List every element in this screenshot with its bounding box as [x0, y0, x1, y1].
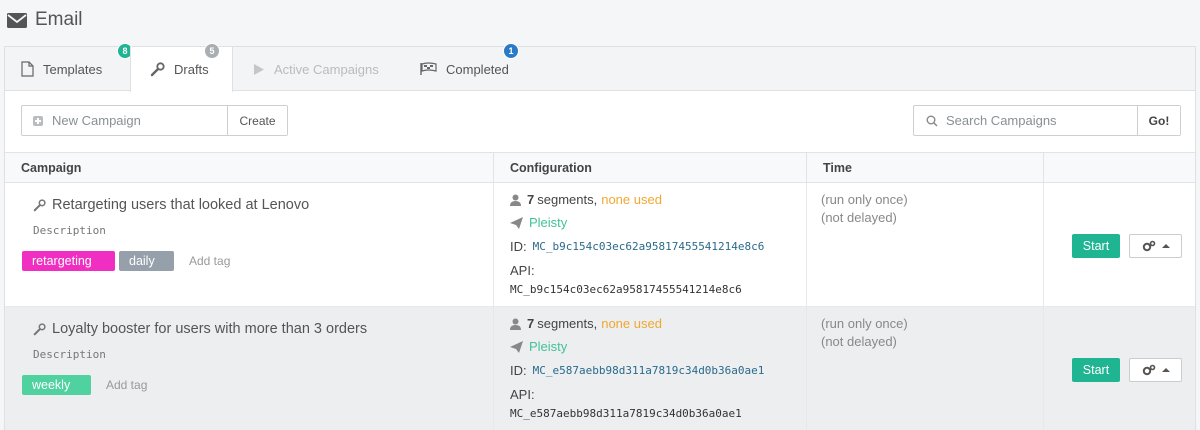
gears-icon: [1142, 364, 1155, 376]
search-group: Search Campaigns Go!: [913, 105, 1181, 136]
channel-line: Pleisty: [510, 339, 567, 354]
user-icon: [510, 318, 521, 330]
new-campaign-input[interactable]: New Campaign: [22, 106, 228, 135]
time-cell: (run only once) (not delayed): [807, 307, 1044, 430]
create-button[interactable]: Create: [228, 106, 287, 135]
start-button[interactable]: Start: [1072, 358, 1120, 382]
actions-dropdown-button[interactable]: [1129, 234, 1182, 258]
table-row: Loyalty booster for users with more than…: [5, 307, 1195, 430]
delay-status: (not delayed): [821, 210, 897, 225]
page-header: Email: [0, 0, 1200, 44]
segments-line: 7 segments, none used: [510, 192, 662, 207]
campaign-title[interactable]: Retargeting users that looked at Lenovo: [33, 197, 309, 213]
delay-status: (not delayed): [821, 334, 897, 349]
tab-drafts[interactable]: Drafts 5: [130, 43, 233, 92]
id-line: ID: MC_b9c154c03ec62a95817455541214e8c6: [510, 239, 764, 254]
tab-templates-label: Templates: [43, 61, 103, 77]
search-icon: [926, 115, 938, 127]
api-value: MC_e587aebb98d311a7819c34d0b36a0ae1: [510, 407, 742, 420]
segments-count: 7: [527, 192, 535, 207]
tab-active-campaigns-label: Active Campaigns: [274, 61, 379, 77]
gears-icon: [1142, 240, 1155, 252]
api-label: API:: [510, 263, 535, 278]
time-cell: (run only once) (not delayed): [807, 183, 1044, 306]
tag-weekly[interactable]: weekly: [22, 375, 91, 395]
configuration-cell: 7 segments, none used Pleisty ID: MC_e58…: [494, 307, 807, 430]
id-value: MC_b9c154c03ec62a95817455541214e8c6: [532, 240, 765, 253]
tag-retargeting[interactable]: retargeting: [22, 251, 115, 271]
segments-label: segments,: [537, 192, 598, 207]
file-icon: [21, 61, 34, 77]
column-time[interactable]: Time: [807, 153, 1044, 183]
table-header: Campaign Configuration Time: [5, 152, 1195, 183]
tab-completed-badge: 1: [503, 43, 519, 59]
id-label: ID:: [510, 239, 527, 254]
plus-square-icon: [33, 115, 43, 126]
wrench-icon: [33, 322, 46, 335]
campaign-description[interactable]: Description: [33, 348, 106, 361]
api-label: API:: [510, 387, 535, 402]
campaign-cell: Retargeting users that looked at Lenovo …: [5, 183, 494, 306]
toolbar: New Campaign Create Search Campaigns Go!: [5, 92, 1195, 152]
run-frequency: (run only once): [821, 192, 908, 207]
tag-list: retargeting daily Add tag: [22, 251, 230, 271]
api-value: MC_b9c154c03ec62a95817455541214e8c6: [510, 283, 742, 296]
tab-bar: Templates 8 Drafts 5 Active Campaigns Co…: [5, 43, 1195, 92]
search-placeholder: Search Campaigns: [946, 113, 1057, 128]
actions-dropdown-button[interactable]: [1129, 358, 1182, 382]
channel-line: Pleisty: [510, 215, 567, 230]
id-value: MC_e587aebb98d311a7819c34d0b36a0ae1: [532, 364, 765, 377]
run-frequency: (run only once): [821, 316, 908, 331]
column-campaign[interactable]: Campaign: [5, 153, 494, 183]
page-title: Email: [35, 9, 83, 30]
id-line: ID: MC_e587aebb98d311a7819c34d0b36a0ae1: [510, 363, 764, 378]
channel-name[interactable]: Pleisty: [529, 215, 567, 230]
start-button[interactable]: Start: [1072, 234, 1120, 258]
add-tag-link[interactable]: Add tag: [106, 378, 147, 392]
new-campaign-placeholder: New Campaign: [52, 113, 141, 128]
user-icon: [510, 194, 521, 206]
envelope-icon: [7, 13, 27, 28]
play-icon: [254, 63, 264, 75]
segments-count: 7: [527, 316, 535, 331]
tab-drafts-label: Drafts: [174, 62, 209, 77]
campaign-description[interactable]: Description: [33, 224, 106, 237]
tab-active-campaigns[interactable]: Active Campaigns: [253, 47, 379, 91]
paper-plane-icon: [510, 216, 523, 229]
tag-list: weekly Add tag: [22, 375, 147, 395]
configuration-cell: 7 segments, none used Pleisty ID: MC_b9c…: [494, 183, 807, 306]
campaign-name: Retargeting users that looked at Lenovo: [52, 197, 310, 213]
channel-name[interactable]: Pleisty: [529, 339, 567, 354]
column-configuration[interactable]: Configuration: [494, 153, 807, 183]
add-tag-link[interactable]: Add tag: [189, 254, 230, 268]
new-campaign-group: New Campaign Create: [21, 105, 288, 136]
paper-plane-icon: [510, 340, 523, 353]
segments-line: 7 segments, none used: [510, 316, 662, 331]
table-row: Retargeting users that looked at Lenovo …: [5, 183, 1195, 307]
tab-templates[interactable]: Templates 8: [21, 43, 133, 91]
none-used-label: none used: [601, 192, 662, 207]
flag-checkered-icon: [420, 62, 437, 75]
segments-label: segments,: [537, 316, 598, 331]
tab-completed-label: Completed: [446, 61, 509, 77]
go-button[interactable]: Go!: [1138, 106, 1180, 135]
search-input[interactable]: Search Campaigns: [914, 106, 1138, 135]
id-label: ID:: [510, 363, 527, 378]
none-used-label: none used: [601, 316, 662, 331]
campaign-title[interactable]: Loyalty booster for users with more than…: [33, 321, 367, 337]
campaigns-panel: Templates 8 Drafts 5 Active Campaigns Co…: [4, 43, 1196, 430]
tag-daily[interactable]: daily: [119, 251, 174, 271]
caret-up-icon: [1161, 368, 1170, 372]
wrench-icon: [150, 62, 165, 77]
tab-drafts-badge: 5: [204, 43, 220, 59]
campaign-name: Loyalty booster for users with more than…: [52, 321, 368, 337]
campaign-cell: Loyalty booster for users with more than…: [5, 307, 494, 430]
caret-up-icon: [1161, 244, 1170, 248]
tab-completed[interactable]: Completed 1: [420, 43, 519, 91]
wrench-icon: [33, 198, 46, 211]
